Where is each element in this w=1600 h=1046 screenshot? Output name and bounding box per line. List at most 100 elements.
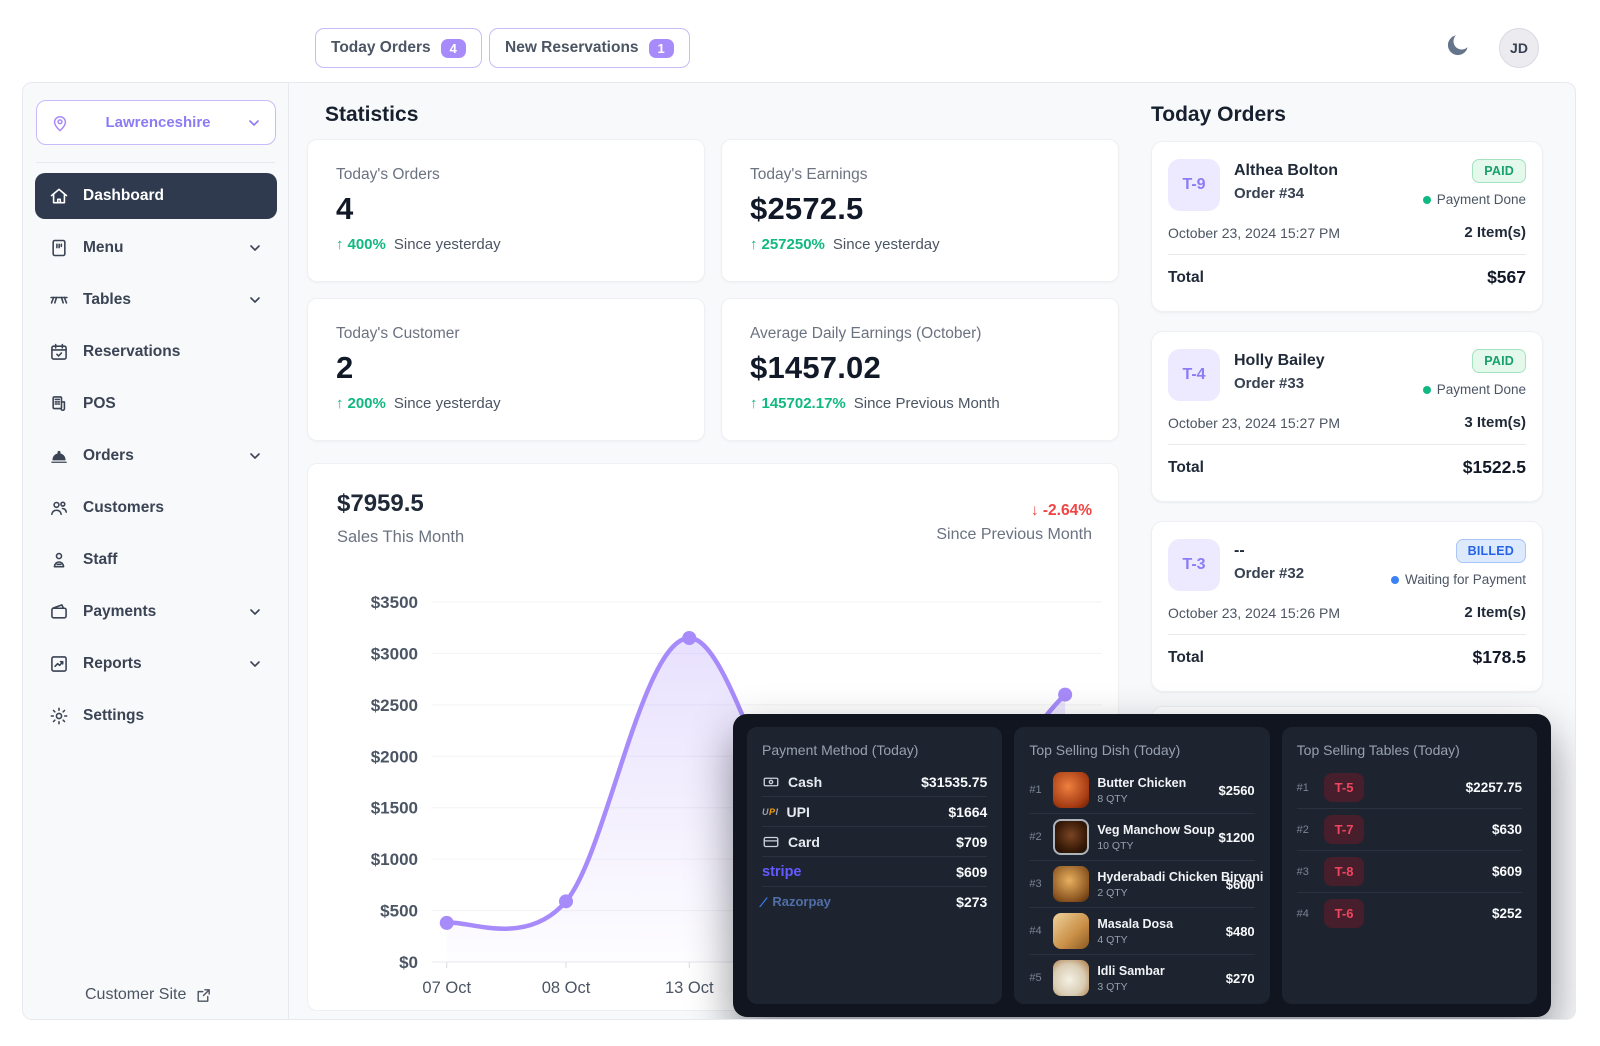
table-badge: T-8 (1324, 857, 1365, 886)
dark-mode-toggle[interactable] (1444, 31, 1474, 61)
order-number: Order #34 (1234, 185, 1338, 202)
customer-name: Althea Bolton (1234, 162, 1338, 180)
dish-row: #5 Idli Sambar3 QTY $270 (1029, 954, 1254, 1001)
status-badge: PAID (1472, 159, 1526, 183)
divider (1168, 634, 1526, 635)
table-badge: T-5 (1324, 773, 1365, 802)
stat-label: Today's Customer (336, 325, 676, 343)
statistics-grid: Today's Orders 4 ↑400%Since yesterday To… (307, 139, 1119, 441)
sidebar-item-payments[interactable]: Payments (35, 589, 277, 635)
svg-text:$500: $500 (380, 902, 418, 921)
dish-row: #2 Veg Manchow Soup10 QTY $1200 (1029, 813, 1254, 860)
dashboard-widgets-overlay: Payment Method (Today) Cash $31535.75 UP… (733, 714, 1551, 1017)
divider (1168, 254, 1526, 255)
panel-title: Top Selling Dish (Today) (1029, 742, 1254, 758)
payment-row: Card $709 (762, 826, 987, 856)
table-badge: T-7 (1324, 815, 1365, 844)
customer-site-label: Customer Site (85, 986, 186, 1004)
stripe-logo: stripe (762, 864, 802, 880)
sidebar-item-label: Customers (83, 499, 164, 517)
sidebar-item-label: Orders (83, 447, 134, 465)
calendar-check-icon (49, 342, 69, 362)
total-label: Total (1168, 459, 1204, 477)
location-selector[interactable]: Lawrenceshire (36, 100, 276, 145)
location-name: Lawrenceshire (78, 114, 238, 131)
user-avatar[interactable]: JD (1499, 28, 1539, 68)
payment-amount: $709 (956, 834, 987, 850)
order-datetime: October 23, 2024 15:27 PM (1168, 415, 1340, 431)
sidebar-item-menu[interactable]: Menu (35, 225, 277, 271)
stat-value: $2572.5 (750, 191, 1090, 227)
stat-card-todays-orders: Today's Orders 4 ↑400%Since yesterday (307, 139, 705, 282)
sidebar-item-settings[interactable]: Settings (35, 693, 277, 739)
stat-change: ↑257250%Since yesterday (750, 236, 1090, 253)
dish-row: #4 Masala Dosa4 QTY $480 (1029, 907, 1254, 954)
panel-title: Payment Method (Today) (762, 742, 987, 758)
status-dot (1423, 196, 1431, 204)
sidebar-nav: Dashboard Menu Tables Reservations POS (35, 173, 277, 739)
users-icon (49, 498, 69, 518)
table-badge: T-6 (1324, 899, 1365, 928)
up-arrow-icon: ↑ (336, 236, 344, 253)
sales-change-period: Since Previous Month (936, 526, 1092, 544)
new-reservations-button[interactable]: New Reservations 1 (489, 28, 690, 68)
sidebar-item-reports[interactable]: Reports (35, 641, 277, 687)
svg-text:$3000: $3000 (371, 644, 418, 663)
sidebar-item-label: Settings (83, 707, 144, 725)
cloche-icon (49, 446, 69, 466)
status-badge: PAID (1472, 349, 1526, 373)
table-badge: T-3 (1168, 539, 1220, 591)
statistics-title: Statistics (325, 103, 418, 127)
table-row: #4 T-6 $252 (1297, 892, 1522, 934)
payment-amount: $31535.75 (921, 774, 987, 790)
sidebar-item-pos[interactable]: POS (35, 381, 277, 427)
total-value: $567 (1487, 267, 1526, 288)
sidebar-item-staff[interactable]: Staff (35, 537, 277, 583)
payment-amount: $273 (956, 894, 987, 910)
chevron-down-icon (247, 240, 263, 256)
order-card[interactable]: T-4 Holly Bailey Order #33 PAID Payment … (1151, 331, 1543, 502)
payment-amount: $1664 (948, 804, 987, 820)
sidebar-item-customers[interactable]: Customers (35, 485, 277, 531)
dish-row: #1 Butter Chicken8 QTY $2560 (1029, 767, 1254, 813)
sidebar-item-reservations[interactable]: Reservations (35, 329, 277, 375)
wallet-icon (49, 602, 69, 622)
external-link-icon (195, 987, 212, 1004)
sidebar-item-label: Tables (83, 291, 131, 309)
sidebar-item-label: Reservations (83, 343, 180, 361)
status-note: Payment Done (1437, 382, 1526, 397)
chevron-down-icon (247, 656, 263, 672)
customer-name: Holly Bailey (1234, 352, 1325, 370)
stat-change: ↑200%Since yesterday (336, 395, 676, 412)
divider (1168, 444, 1526, 445)
sidebar-item-label: POS (83, 395, 116, 413)
svg-text:$0: $0 (399, 953, 418, 972)
top-selling-tables-panel: Top Selling Tables (Today) #1 T-5 $2257.… (1282, 727, 1537, 1004)
order-number: Order #32 (1234, 565, 1304, 582)
customer-site-link[interactable]: Customer Site (85, 986, 212, 1004)
sidebar-item-orders[interactable]: Orders (35, 433, 277, 479)
order-card[interactable]: T-3 -- Order #32 BILLED Waiting for Paym… (1151, 521, 1543, 692)
sales-change: ↓ -2.64% (1031, 502, 1092, 520)
home-icon (49, 186, 69, 206)
svg-text:08 Oct: 08 Oct (542, 979, 591, 997)
payment-row: Cash $31535.75 (762, 767, 987, 796)
sales-total: $7959.5 (337, 490, 424, 518)
svg-text:$1500: $1500 (371, 799, 418, 818)
table-row: #1 T-5 $2257.75 (1297, 767, 1522, 808)
up-arrow-icon: ↑ (750, 236, 758, 253)
svg-text:$3500: $3500 (371, 593, 418, 612)
total-label: Total (1168, 269, 1204, 287)
table-icon (49, 290, 69, 310)
sidebar-item-dashboard[interactable]: Dashboard (35, 173, 277, 219)
payment-amount: $609 (956, 864, 987, 880)
sidebar-item-tables[interactable]: Tables (35, 277, 277, 323)
svg-text:$2000: $2000 (371, 747, 418, 766)
stat-change: ↑145702.17%Since Previous Month (750, 395, 1090, 412)
chevron-down-icon (246, 115, 262, 131)
dish-photo (1053, 772, 1089, 808)
customer-name: -- (1234, 542, 1304, 560)
order-card[interactable]: T-9 Althea Bolton Order #34 PAID Payment… (1151, 141, 1543, 312)
payment-row: ⁄Razorpay $273 (762, 886, 987, 916)
today-orders-button[interactable]: Today Orders 4 (315, 28, 482, 68)
